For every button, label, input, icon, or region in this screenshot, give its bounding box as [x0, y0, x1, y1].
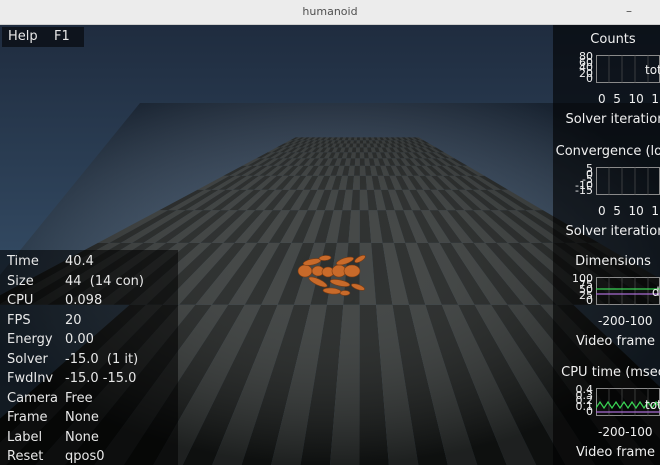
info-value: None	[65, 429, 99, 445]
info-value: 0.098	[65, 293, 103, 308]
figure-title: Convergence (log	[555, 144, 660, 159]
info-value: 0.00	[65, 332, 94, 347]
info-key: Size	[7, 273, 34, 289]
info-key: Camera	[7, 390, 59, 406]
info-key: FwdInv	[7, 371, 54, 386]
help-overlay: Help F1	[2, 27, 84, 47]
x-axis-label: Video frame	[575, 445, 656, 460]
info-value: 44 (14 con)	[65, 273, 144, 289]
info-value: Free	[65, 390, 93, 406]
y-tick: 0	[586, 72, 593, 85]
info-row-solver: Solver -15.0 (1 it)	[0, 352, 178, 371]
info-value: -15.0 (1 it)	[65, 351, 139, 367]
figures-panel: Counts 80 60 40 20 0 tot 0 5 10 1 Solver iterati…	[553, 25, 660, 465]
figure-3: Dimensions 100 75 50 25 0 d -200-100 Video frame	[553, 247, 660, 349]
figure-2: Convergence (log 5 0 -5 -10 -15 0 5 10 1 Solver…	[553, 137, 660, 239]
info-key: Energy	[7, 332, 53, 347]
info-value: None	[65, 410, 99, 425]
x-ticks: 0 5 10 1	[598, 92, 660, 106]
info-row-time: Time 40.4	[0, 254, 178, 273]
info-key: Solver	[7, 351, 48, 367]
plot-frame	[596, 277, 660, 305]
x-axis-label: Solver iteration	[565, 112, 660, 127]
x-axis-label: Solver iteration	[565, 224, 660, 239]
info-value: qpos0	[65, 449, 105, 464]
legend-label: tot	[645, 63, 660, 77]
info-key: Time	[7, 254, 39, 269]
y-tick: 0	[586, 294, 593, 307]
x-ticks: -200-100	[598, 425, 653, 439]
app-window: humanoid – Help F1 Time 40.4 Size 44 (14…	[0, 0, 660, 465]
info-row-cpu: CPU 0.098	[0, 293, 178, 312]
x-ticks: 0 5 10 1	[598, 204, 660, 218]
info-row-label: Label None	[0, 430, 178, 449]
help-key: Help	[8, 29, 38, 44]
figure-1: Counts 80 60 40 20 0 tot 0 5 10 1 Solver iterati…	[553, 25, 660, 127]
info-row-energy: Energy 0.00	[0, 332, 178, 351]
title-bar[interactable]: humanoid –	[0, 0, 660, 25]
info-key: Frame	[7, 410, 48, 425]
y-tick: 0	[586, 405, 593, 418]
info-row-fps: FPS 20	[0, 313, 178, 332]
x-axis-label: Video frame	[575, 334, 656, 349]
figure-4: CPU time (msec 0.4 0.3 0.2 0.1 0 tot -200-100 Vi…	[553, 358, 660, 460]
info-value: -15.0 -15.0	[65, 371, 137, 386]
figure-title: CPU time (msec	[561, 365, 660, 380]
figure-title: Counts	[590, 32, 636, 47]
info-panel: Time 40.4 Size 44 (14 con) CPU 0.098 FPS 20 Ener…	[0, 250, 178, 465]
minimize-icon[interactable]: –	[626, 0, 632, 24]
info-row-fwdinv: FwdInv -15.0 -15.0	[0, 371, 178, 390]
info-key: Reset	[7, 449, 44, 464]
plot-area	[596, 277, 660, 305]
info-row-frame: Frame None	[0, 410, 178, 429]
plot-frame	[596, 167, 660, 195]
help-value: F1	[54, 29, 70, 44]
info-row-size: Size 44 (14 con)	[0, 274, 178, 293]
x-ticks: -200-100	[598, 314, 653, 328]
info-key: CPU	[7, 293, 34, 308]
info-row-reset: Reset qpos0	[0, 449, 178, 465]
legend-label: d	[652, 285, 660, 299]
info-value: 40.4	[65, 254, 94, 269]
info-row-camera: Camera Free	[0, 391, 178, 410]
figure-title: Dimensions	[575, 254, 651, 269]
info-key: Label	[7, 429, 43, 445]
info-key: FPS	[7, 312, 31, 328]
plot-area	[596, 167, 660, 195]
window-title: humanoid	[302, 5, 358, 18]
y-tick: -15	[575, 184, 593, 197]
legend-label: tot	[645, 398, 660, 412]
info-value: 20	[65, 312, 82, 328]
